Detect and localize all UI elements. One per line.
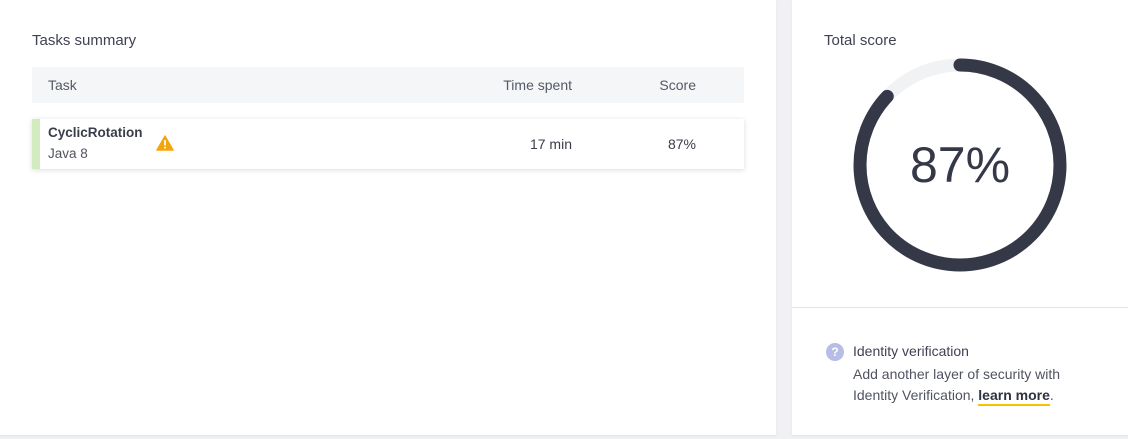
column-header-time-spent: Time spent	[503, 77, 572, 93]
table-row[interactable]: CyclicRotation Java 8 17 min 87%	[32, 119, 744, 169]
task-time-spent: 17 min	[529, 136, 572, 152]
column-header-task: Task	[48, 77, 77, 93]
total-score-title: Total score	[824, 32, 897, 49]
task-score: 87%	[667, 136, 696, 152]
task-name: CyclicRotation	[48, 125, 143, 140]
total-score-value: 87%	[909, 137, 1011, 193]
task-language: Java 8	[48, 146, 88, 161]
row-status-accent	[32, 119, 40, 169]
tasks-summary-panel: Tasks summary Task Time spent Score Cycl…	[0, 0, 776, 435]
table-header: Task Time spent Score	[32, 67, 744, 103]
identity-verification-title: Identity verification	[853, 343, 969, 359]
help-icon: ?	[826, 343, 844, 361]
total-score-panel: Total score 87% ? Identity verification …	[792, 0, 1128, 435]
tasks-summary-title: Tasks summary	[32, 32, 137, 49]
identity-verification-suffix: .	[1049, 387, 1054, 403]
learn-more-link[interactable]: learn more	[978, 387, 1050, 406]
identity-verification-description: Add another layer of security with Ident…	[853, 364, 1083, 406]
warning-icon	[156, 135, 174, 151]
column-header-score: Score	[659, 77, 696, 93]
divider	[792, 307, 1128, 308]
